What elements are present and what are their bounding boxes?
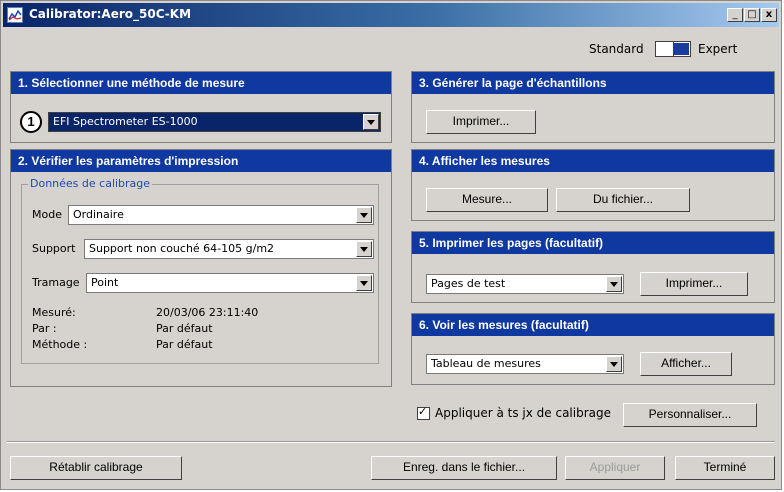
panel-show-measurements: 4. Afficher les mesures Mesure... Du fic… bbox=[411, 149, 775, 221]
tramage-select-value: Point bbox=[91, 276, 119, 289]
chevron-down-icon[interactable] bbox=[606, 276, 622, 292]
support-select[interactable]: Support non couché 64-105 g/m2 bbox=[84, 239, 374, 259]
print-pages-select[interactable]: Pages de test bbox=[426, 274, 624, 294]
close-button[interactable]: x bbox=[761, 8, 777, 22]
apply-all-checkbox[interactable] bbox=[417, 405, 430, 420]
minimize-button[interactable]: _ bbox=[727, 8, 743, 22]
chevron-down-icon[interactable] bbox=[606, 356, 622, 372]
by-label: Par : bbox=[32, 322, 57, 335]
print-pages-button[interactable]: Imprimer... bbox=[640, 272, 748, 296]
panel-print-pages: 5. Imprimer les pages (facultatif) Pages… bbox=[411, 231, 775, 303]
done-button[interactable]: Terminé bbox=[675, 456, 775, 480]
view-measurements-select-value: Tableau de mesures bbox=[431, 357, 541, 370]
panel-measure-method: 1. Sélectionner une méthode de mesure EF… bbox=[10, 71, 392, 143]
maximize-button[interactable]: □ bbox=[744, 8, 760, 22]
toggle-knob bbox=[673, 43, 689, 55]
tramage-label: Tramage bbox=[32, 276, 80, 289]
window-title: Calibrator:Aero_50C-KM bbox=[29, 7, 192, 21]
print-sample-button[interactable]: Imprimer... bbox=[426, 110, 536, 134]
calibrator-window: Calibrator:Aero_50C-KM _ □ x Standard Ex… bbox=[0, 0, 782, 490]
reset-calibration-button[interactable]: Rétablir calibrage bbox=[10, 456, 182, 480]
panel-title-print-pages: 5. Imprimer les pages (facultatif) bbox=[412, 232, 774, 254]
chevron-down-icon[interactable] bbox=[363, 114, 379, 130]
title-bar[interactable]: Calibrator:Aero_50C-KM _ □ x bbox=[3, 3, 779, 27]
panel-view-measurements: 6. Voir les mesures (facultatif) Tableau… bbox=[411, 313, 775, 385]
mode-select[interactable]: Ordinaire bbox=[68, 205, 374, 225]
mode-select-value: Ordinaire bbox=[73, 208, 124, 221]
measured-value: 20/03/06 23:11:40 bbox=[156, 306, 259, 319]
panel-sample-page: 3. Générer la page d'échantillons Imprim… bbox=[411, 71, 775, 143]
support-select-value: Support non couché 64-105 g/m2 bbox=[89, 242, 275, 255]
panel-title-view-measurements: 6. Voir les mesures (facultatif) bbox=[412, 314, 774, 336]
standard-expert-toggle[interactable] bbox=[655, 41, 691, 57]
print-pages-select-value: Pages de test bbox=[431, 277, 506, 290]
footer-divider-highlight bbox=[7, 442, 775, 443]
save-to-file-button[interactable]: Enreg. dans le fichier... bbox=[371, 456, 557, 480]
chevron-down-icon[interactable] bbox=[356, 275, 372, 291]
method-label: Méthode : bbox=[32, 338, 88, 351]
callout-badge: 1 bbox=[20, 111, 42, 133]
support-label: Support bbox=[32, 242, 76, 255]
calibration-data-group: Données de calibrage Mode Ordinaire Supp… bbox=[21, 177, 379, 364]
method-value: Par défaut bbox=[156, 338, 213, 351]
expert-label: Expert bbox=[698, 42, 738, 56]
panel-title-show-measurements: 4. Afficher les mesures bbox=[412, 150, 774, 172]
chevron-down-icon[interactable] bbox=[356, 207, 372, 223]
panel-print-settings: 2. Vérifier les paramètres d'impression … bbox=[10, 149, 392, 387]
standard-label: Standard bbox=[589, 42, 644, 56]
panel-title-print-settings: 2. Vérifier les paramètres d'impression bbox=[11, 150, 391, 172]
from-file-button[interactable]: Du fichier... bbox=[556, 188, 690, 212]
mode-label: Mode bbox=[32, 208, 62, 221]
customize-button[interactable]: Personnaliser... bbox=[623, 403, 757, 427]
measured-label: Mesuré: bbox=[32, 306, 76, 319]
method-select[interactable]: EFI Spectrometer ES-1000 bbox=[48, 112, 381, 132]
apply-button[interactable]: Appliquer bbox=[565, 456, 665, 480]
by-value: Par défaut bbox=[156, 322, 213, 335]
app-icon bbox=[7, 7, 23, 23]
method-select-value: EFI Spectrometer ES-1000 bbox=[53, 115, 198, 128]
view-measurements-select[interactable]: Tableau de mesures bbox=[426, 354, 624, 374]
group-title: Données de calibrage bbox=[28, 177, 153, 190]
chevron-down-icon[interactable] bbox=[356, 241, 372, 257]
panel-title-sample-page: 3. Générer la page d'échantillons bbox=[412, 72, 774, 94]
apply-all-label: Appliquer à ts jx de calibrage bbox=[435, 406, 611, 420]
measure-button[interactable]: Mesure... bbox=[426, 188, 548, 212]
show-measurements-button[interactable]: Afficher... bbox=[640, 352, 732, 376]
tramage-select[interactable]: Point bbox=[86, 273, 374, 293]
panel-title-measure-method: 1. Sélectionner une méthode de mesure bbox=[11, 72, 391, 94]
